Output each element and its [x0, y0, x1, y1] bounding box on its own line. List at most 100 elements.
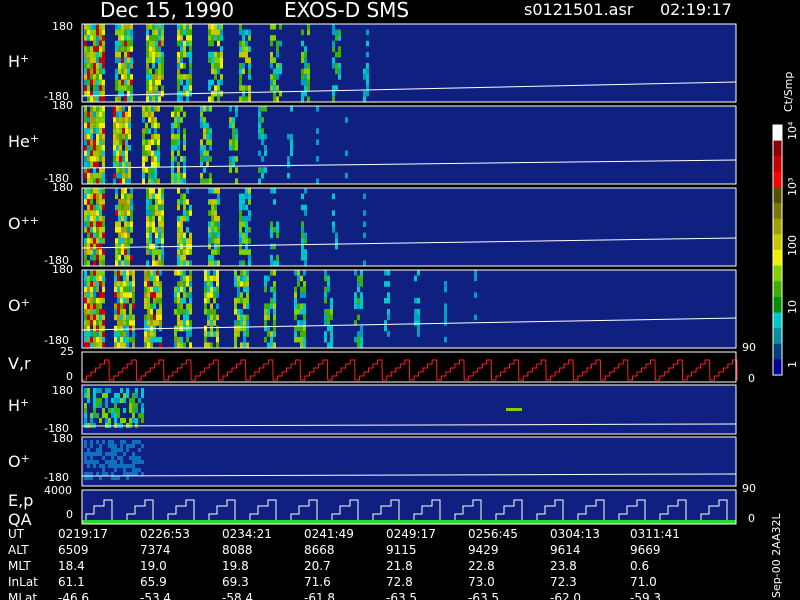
heplus-intensity-cell: [258, 150, 261, 157]
oplusplus-intensity-cell: [146, 204, 149, 211]
oplusplus-intensity-cell: [239, 193, 242, 200]
oplusplus-intensity-cell: [152, 210, 155, 216]
oplusplus-intensity-cell: [127, 227, 130, 233]
hplus-intensity-cell: [155, 85, 158, 91]
oplusplus-intensity-cell: [183, 199, 186, 205]
ephemeris-cell: 61.1: [58, 575, 85, 589]
oplus-intensity-cell: [237, 309, 240, 315]
oplus-low-cell: [111, 464, 114, 468]
oplus-intensity-cell: [117, 320, 120, 326]
hplus-intensity-cell: [90, 46, 93, 52]
oplusplus-intensity-cell: [211, 249, 214, 255]
heplus-intensity-cell: [171, 111, 174, 118]
hplus-intensity-cell: [115, 40, 118, 47]
hplus-low-cell: [102, 393, 105, 398]
oplus-intensity-cell: [417, 320, 420, 326]
heplus-intensity-cell: [232, 139, 235, 145]
oplusplus-intensity-cell: [124, 193, 127, 200]
heplus-intensity-cell: [316, 178, 319, 184]
colorbar-tick-1: 1: [786, 361, 799, 368]
oplus-intensity-cell: [237, 331, 240, 337]
oplus-low-cell: [87, 448, 90, 452]
heplus-intensity-cell: [174, 178, 177, 184]
oplusplus-intensity-cell: [208, 238, 211, 244]
hplus-intensity-cell: [155, 68, 158, 75]
hplus-low-cell: [111, 398, 114, 403]
hplus-low-cell: [96, 413, 99, 418]
oplusplus-intensity-cell: [242, 260, 245, 266]
oplus-intensity-cell: [93, 336, 96, 343]
oplus-low-cell: [102, 464, 105, 468]
hplus-intensity-cell: [96, 46, 99, 52]
qa-bar: [82, 520, 736, 524]
hplus-low-cell: [506, 408, 522, 411]
heplus-intensity-cell: [116, 145, 119, 151]
oplusplus-intensity-cell: [127, 232, 130, 239]
heplus-intensity-cell: [177, 106, 180, 112]
heplus-intensity-cell: [119, 167, 122, 173]
hplus-intensity-cell: [332, 57, 335, 63]
heplus-intensity-cell: [87, 128, 90, 134]
ephemeris-cell: -58.4: [222, 591, 254, 600]
oplus-low-cell: [90, 472, 93, 476]
oplus-intensity-cell: [177, 314, 180, 321]
hplus-intensity-cell: [155, 90, 158, 97]
heplus-intensity-cell: [116, 106, 119, 112]
heplus-intensity-cell: [142, 150, 145, 157]
hplus-intensity-cell: [155, 24, 158, 30]
oplus-intensity-cell: [126, 314, 129, 321]
hplus-intensity-cell: [87, 85, 90, 91]
hplus-intensity-cell: [152, 51, 155, 58]
heplus-intensity-cell: [102, 156, 105, 162]
hplus-intensity-cell: [146, 57, 149, 63]
hplus-intensity-cell: [127, 24, 130, 30]
oplus-low-cell: [102, 468, 105, 472]
oplusplus-intensity-cell: [124, 215, 127, 222]
hplus-intensity-cell: [217, 63, 220, 69]
oplus-low-cell: [105, 452, 108, 456]
oplusplus-intensity-cell: [84, 188, 87, 194]
oplusplus-intensity-cell: [152, 188, 155, 194]
panel-label-h-plus-1: H+: [8, 52, 30, 71]
oplus-intensity-cell: [123, 336, 126, 343]
heplus-intensity-cell: [261, 128, 264, 134]
oplus-low-cell: [99, 476, 102, 480]
hplus-intensity-cell: [84, 63, 87, 69]
oplusplus-intensity-cell: [245, 215, 248, 222]
oplus-intensity-cell: [93, 309, 96, 315]
oplus-low-cell: [120, 440, 123, 444]
hplus-intensity-cell: [99, 74, 102, 80]
oplus-low-cell: [108, 440, 111, 444]
oplus-intensity-cell: [234, 275, 237, 282]
heplus-intensity-cell: [119, 156, 122, 162]
oplusplus-intensity-cell: [217, 249, 220, 255]
oplus-intensity-cell: [156, 292, 159, 298]
oplus-intensity-cell: [180, 342, 183, 348]
oplus-intensity-cell: [417, 314, 420, 321]
oplus-intensity-cell: [186, 281, 189, 287]
hplus-intensity-cell: [307, 96, 310, 102]
hplus-low-cell: [105, 388, 108, 393]
oplus-intensity-cell: [273, 292, 276, 298]
oplus-intensity-cell: [240, 270, 243, 276]
oplus-intensity-cell: [87, 320, 90, 326]
oplus-intensity-cell: [129, 336, 132, 343]
oplusplus-intensity-cell: [161, 188, 164, 194]
heplus-intensity-cell: [235, 167, 238, 173]
oplus-intensity-cell: [273, 286, 276, 293]
oplusplus-intensity-cell: [161, 215, 164, 222]
hplus-intensity-cell: [239, 63, 242, 69]
oplus-intensity-cell: [444, 309, 447, 315]
heplus-intensity-cell: [316, 139, 319, 145]
oplusplus-intensity-cell: [161, 254, 164, 261]
oplus-intensity-cell: [264, 320, 267, 326]
panel-background: [82, 437, 736, 486]
ytick-bottom: 0: [66, 370, 73, 383]
hplus-intensity-cell: [217, 24, 220, 30]
oplus-intensity-cell: [114, 342, 117, 348]
hplus-low-cell: [93, 393, 96, 398]
hplus-intensity-cell: [177, 24, 180, 30]
oplusplus-intensity-cell: [273, 188, 276, 194]
heplus-intensity-cell: [84, 133, 87, 140]
hplus-intensity-cell: [102, 35, 105, 41]
